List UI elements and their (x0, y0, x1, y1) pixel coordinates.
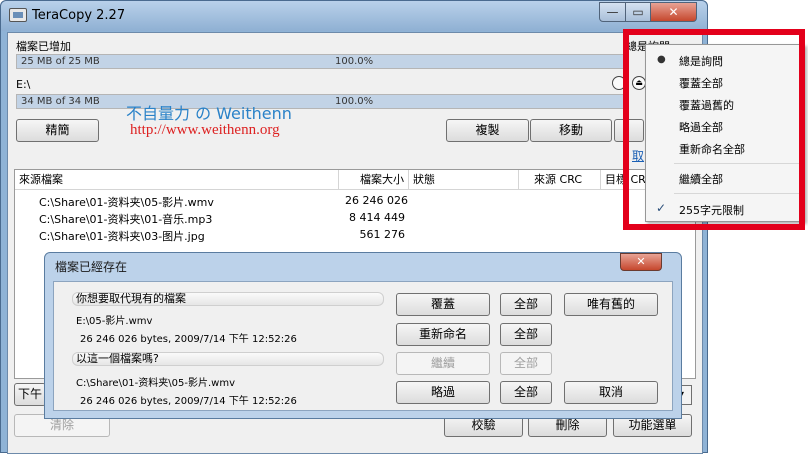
time-selector-partial[interactable]: 下午 (14, 383, 46, 406)
progress-text-current: 25 MB of 25 MB (21, 56, 100, 67)
destination-label: E:\ (16, 78, 31, 91)
move-button[interactable]: 移動 (530, 119, 612, 142)
continue-button[interactable]: 繼續 (396, 352, 490, 375)
source-file-name: C:\Share\01-资料夹\05-影片.wmv (76, 378, 235, 389)
status-label: 檔案已增加 (16, 40, 71, 53)
title-bar[interactable]: TeraCopy 2.27 — ▭ ✕ (1, 1, 707, 31)
brief-button[interactable]: 精簡 (16, 119, 99, 142)
cancel-button[interactable]: 取消 (564, 381, 658, 404)
column-header-source-crc[interactable]: 來源 CRC (519, 170, 601, 190)
list-item-source[interactable]: C:\Share\01-资料夹\01-音乐.mp3 (39, 211, 212, 227)
copy-button[interactable]: 複製 (446, 119, 529, 142)
minimize-button[interactable]: — (599, 2, 626, 22)
rename-button[interactable]: 重新命名 (396, 323, 490, 346)
older-only-button[interactable]: 唯有舊的 (564, 293, 658, 316)
column-header-status[interactable]: 狀態 (409, 170, 519, 190)
skip-all-button[interactable]: 全部 (500, 381, 552, 404)
window-title: TeraCopy 2.27 (32, 8, 126, 23)
question-text: 你想要取代現有的檔案 (76, 292, 186, 305)
target-file-name: E:\05-影片.wmv (76, 316, 153, 327)
skip-button[interactable]: 略過 (396, 381, 490, 404)
list-item-source[interactable]: C:\Share\01-资料夹\03-图片.jpg (39, 228, 205, 244)
teracopy-app-icon (9, 8, 27, 22)
dialog-body: 你想要取代現有的檔案 E:\05-影片.wmv 26 246 026 bytes… (53, 281, 673, 411)
target-file-info: 26 246 026 bytes, 2009/7/14 下午 12:52:26 (80, 334, 297, 345)
source-file-info: 26 246 026 bytes, 2009/7/14 下午 12:52:26 (80, 396, 297, 407)
dialog-close-button[interactable]: ✕ (620, 253, 662, 271)
highlight-box (623, 29, 805, 230)
maximize-button[interactable]: ▭ (625, 2, 651, 22)
column-header-source[interactable]: 來源檔案 (15, 170, 339, 190)
progress-bar-current: 25 MB of 25 MB 100.0% (16, 54, 628, 69)
watermark-url: http://www.weithenn.org (130, 122, 280, 138)
question-text-2: 以這一個檔案嗎? (76, 352, 159, 365)
list-item-size: 561 276 (359, 228, 406, 241)
watermark-title: 不自量力 の Weithenn (126, 104, 292, 123)
file-exists-dialog: 檔案已經存在 ✕ 你想要取代現有的檔案 E:\05-影片.wmv 26 246 … (44, 252, 682, 419)
close-button[interactable]: ✕ (650, 2, 697, 22)
progress-fill-total (17, 95, 627, 108)
progress-text-total: 34 MB of 34 MB (21, 96, 100, 107)
continue-all-button[interactable]: 全部 (500, 352, 552, 375)
progress-fill-current (17, 55, 627, 68)
rename-all-button[interactable]: 全部 (500, 323, 552, 346)
overwrite-all-button[interactable]: 全部 (500, 293, 552, 316)
progress-percent-total: 100.0% (335, 96, 374, 107)
progress-percent-current: 100.0% (335, 56, 374, 67)
overwrite-button[interactable]: 覆蓋 (396, 293, 490, 316)
list-item-size: 26 246 026 (345, 194, 408, 207)
list-item-size: 8 414 449 (349, 211, 405, 224)
dialog-title: 檔案已經存在 (55, 260, 128, 274)
list-item-source[interactable]: C:\Share\01-资料夹\05-影片.wmv (39, 194, 214, 210)
column-header-size[interactable]: 檔案大小 (339, 170, 409, 190)
progress-bar-total: 34 MB of 34 MB 100.0% (16, 94, 628, 109)
